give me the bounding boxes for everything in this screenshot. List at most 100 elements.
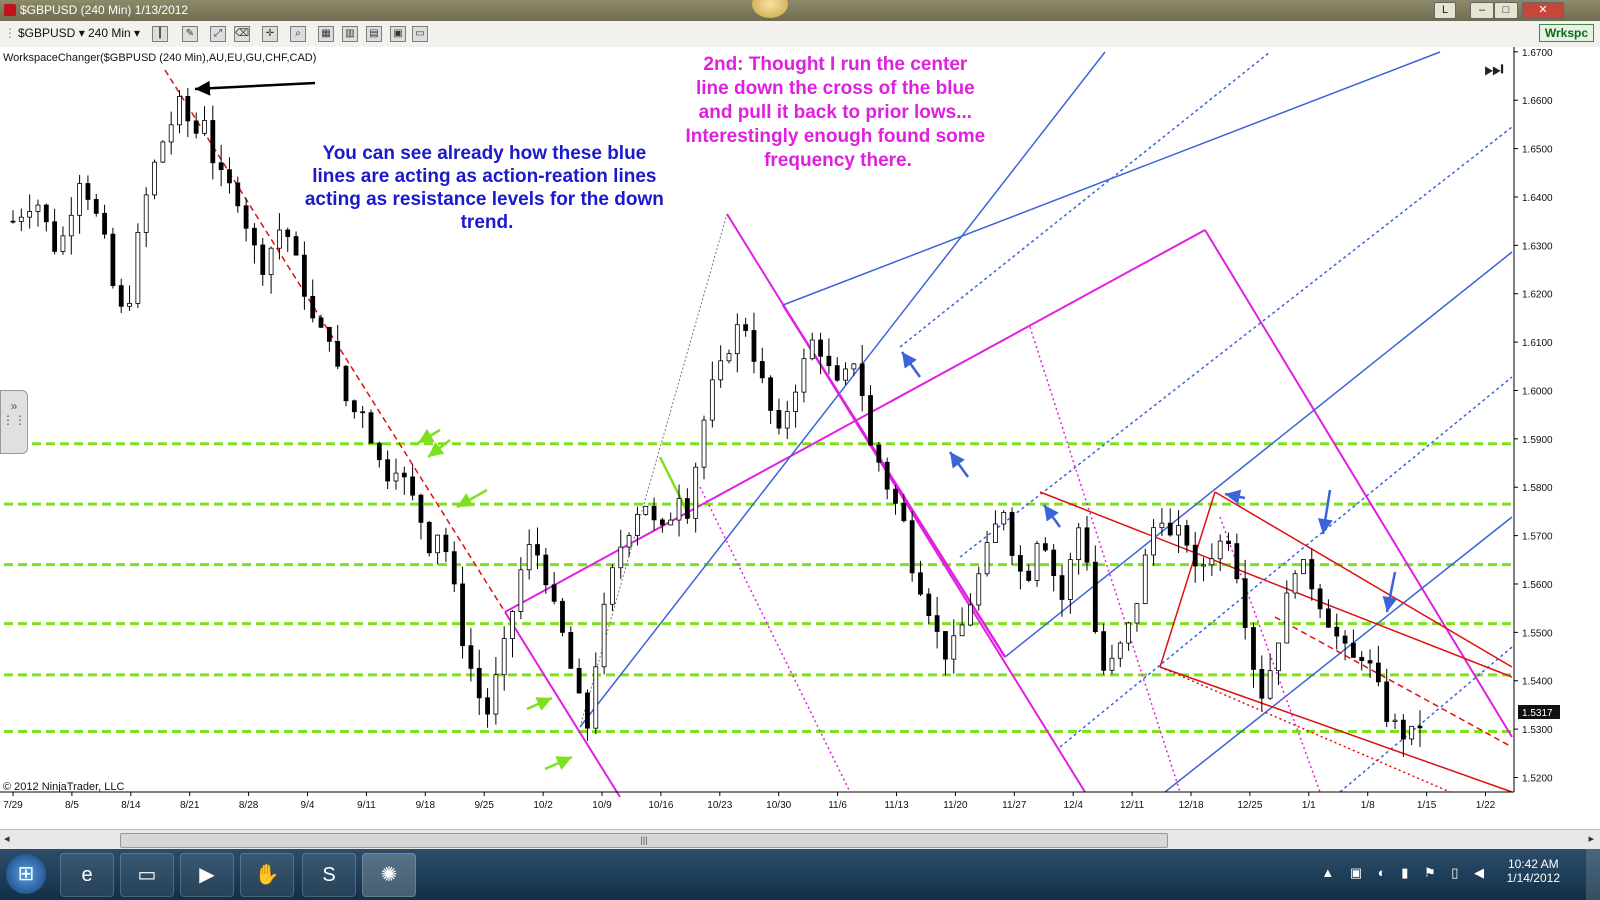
price-bar-body: [410, 476, 416, 496]
chevron-down-icon: ▾: [134, 26, 141, 40]
crosshair-icon[interactable]: ✛: [262, 26, 278, 42]
price-bar-body: [851, 363, 857, 370]
x-tick-label: 10/30: [766, 800, 791, 811]
price-bar-body: [635, 514, 640, 536]
scrollbar-thumb[interactable]: |||: [120, 833, 1168, 848]
scroll-right-icon[interactable]: ▸: [1588, 832, 1594, 845]
y-tick-label: 1.6400: [1522, 193, 1553, 204]
annotation-blue-line-3: acting as resistance levels for the down: [305, 189, 664, 210]
x-tick-label: 9/25: [474, 800, 494, 811]
price-bar-body: [801, 358, 807, 393]
price-bar-body: [435, 534, 440, 554]
price-bar-body: [1151, 527, 1156, 556]
price-bar-body: [601, 603, 607, 668]
chevron-down-icon: ▾: [78, 26, 85, 40]
clock[interactable]: 10:42 AM 1/14/2012: [1507, 857, 1560, 885]
price-bar-body: [1317, 588, 1323, 610]
file-explorer-icon[interactable]: ▭: [120, 853, 174, 897]
close-button[interactable]: ✕: [1522, 2, 1564, 19]
price-bar-body: [643, 505, 649, 515]
media-player-icon[interactable]: ▶: [180, 853, 234, 897]
price-bar-body: [826, 355, 832, 367]
properties-icon[interactable]: ▣: [390, 26, 406, 42]
price-bar-body: [376, 442, 382, 461]
grip-icon: ⋮⋮: [2, 413, 26, 427]
price-bar-body: [443, 534, 449, 553]
price-bar-body: [1042, 543, 1048, 551]
maximize-button[interactable]: □: [1494, 2, 1518, 19]
scroll-left-icon[interactable]: ◂: [4, 832, 10, 845]
draw-tool-icon[interactable]: ⤢: [210, 26, 226, 42]
price-bar-body: [518, 569, 524, 612]
windows-start-button[interactable]: ⊞: [6, 854, 46, 894]
price-bar-body: [693, 466, 699, 519]
price-bar-body: [418, 494, 424, 523]
price-bar-body: [127, 303, 132, 307]
print-icon[interactable]: ▭: [412, 26, 428, 42]
tray-icons[interactable]: ▲ ▣ ◐ ▮ ⚑ ▯ ◀: [1321, 865, 1490, 881]
price-bar-body: [451, 551, 457, 585]
price-bar-body: [1226, 540, 1231, 545]
price-bar-body: [668, 519, 674, 526]
price-bar-body: [993, 523, 998, 543]
pencil-icon[interactable]: ✎: [182, 26, 198, 42]
indicators-icon[interactable]: ▥: [342, 26, 358, 42]
price-bar-body: [310, 295, 316, 319]
instrument-selector[interactable]: $GBPUSD ▾: [18, 26, 85, 40]
price-bar-body: [460, 583, 465, 647]
current-price-tag: 1.5317: [1518, 705, 1560, 719]
price-chart[interactable]: 1.5200 1.5300 1.5400 1.5500 1.5600 1.5700 1.58…: [0, 47, 1600, 829]
internet-explorer-icon[interactable]: e: [60, 853, 114, 897]
price-bar-body: [77, 183, 83, 216]
y-tick-label: 1.6100: [1522, 338, 1553, 349]
price-bar-body: [934, 615, 940, 632]
price-bar-body: [1217, 540, 1223, 560]
interval-selector[interactable]: 240 Min ▾: [88, 26, 140, 40]
price-bar-body: [160, 141, 166, 163]
x-tick-label: 7/29: [3, 800, 23, 811]
x-tick-label: 1/8: [1361, 800, 1375, 811]
y-tick-label: 1.5900: [1522, 435, 1553, 446]
price-bar-body: [1034, 543, 1040, 581]
show-desktop-button[interactable]: [1586, 849, 1600, 900]
y-tick-label: 1.5300: [1522, 725, 1553, 736]
price-bar-body: [60, 235, 66, 252]
copyright-label: © 2012 NinjaTrader, LLC: [3, 781, 124, 793]
hand-tool-icon[interactable]: ✋: [240, 853, 294, 897]
strategies-icon[interactable]: ▤: [366, 26, 382, 42]
price-bar-body: [1117, 642, 1123, 659]
y-tick-label: 1.5800: [1522, 483, 1553, 494]
horizontal-scrollbar[interactable]: ◂ ||| ▸: [0, 829, 1600, 850]
price-bar-body: [1350, 642, 1356, 658]
data-box-icon[interactable]: ▦: [318, 26, 334, 42]
price-bar-body: [1159, 522, 1165, 529]
workspace-button[interactable]: Wrkspc: [1538, 24, 1594, 42]
title-orb-icon: [752, 0, 788, 18]
price-bar-body: [1409, 725, 1415, 740]
price-bar-body: [709, 379, 715, 421]
price-bar-body: [1251, 627, 1256, 670]
x-tick-label: 10/2: [533, 800, 553, 811]
link-button[interactable]: L: [1434, 2, 1456, 19]
annotation-blue-line-2: lines are acting as action-reation lines: [312, 166, 656, 187]
price-bar-body: [926, 593, 932, 616]
ninjatrader-taskbar-icon[interactable]: ✺: [362, 853, 416, 897]
price-bar-body: [1167, 522, 1173, 536]
price-bar-body: [485, 697, 490, 715]
price-bar-body: [210, 120, 216, 164]
price-bar-body: [1101, 631, 1107, 671]
price-bar-body: [1384, 681, 1390, 722]
eraser-icon[interactable]: ⌫: [234, 26, 250, 42]
minimize-button[interactable]: –: [1470, 2, 1494, 19]
price-bar-body: [1067, 559, 1073, 600]
zoom-icon[interactable]: ⌕: [290, 26, 306, 42]
price-bar-body: [968, 604, 973, 626]
bar-type-icon[interactable]: ┃: [152, 26, 168, 42]
annotation-magenta-line-2: line down the cross of the blue: [696, 78, 975, 99]
price-bar-body: [68, 214, 74, 237]
price-bar-body: [1176, 525, 1181, 536]
side-panel-handle[interactable]: » ⋮⋮: [0, 390, 28, 454]
skype-icon[interactable]: S: [302, 853, 356, 897]
skip-to-end-icon[interactable]: ⏭: [1484, 56, 1504, 82]
price-bar-body: [576, 668, 582, 694]
